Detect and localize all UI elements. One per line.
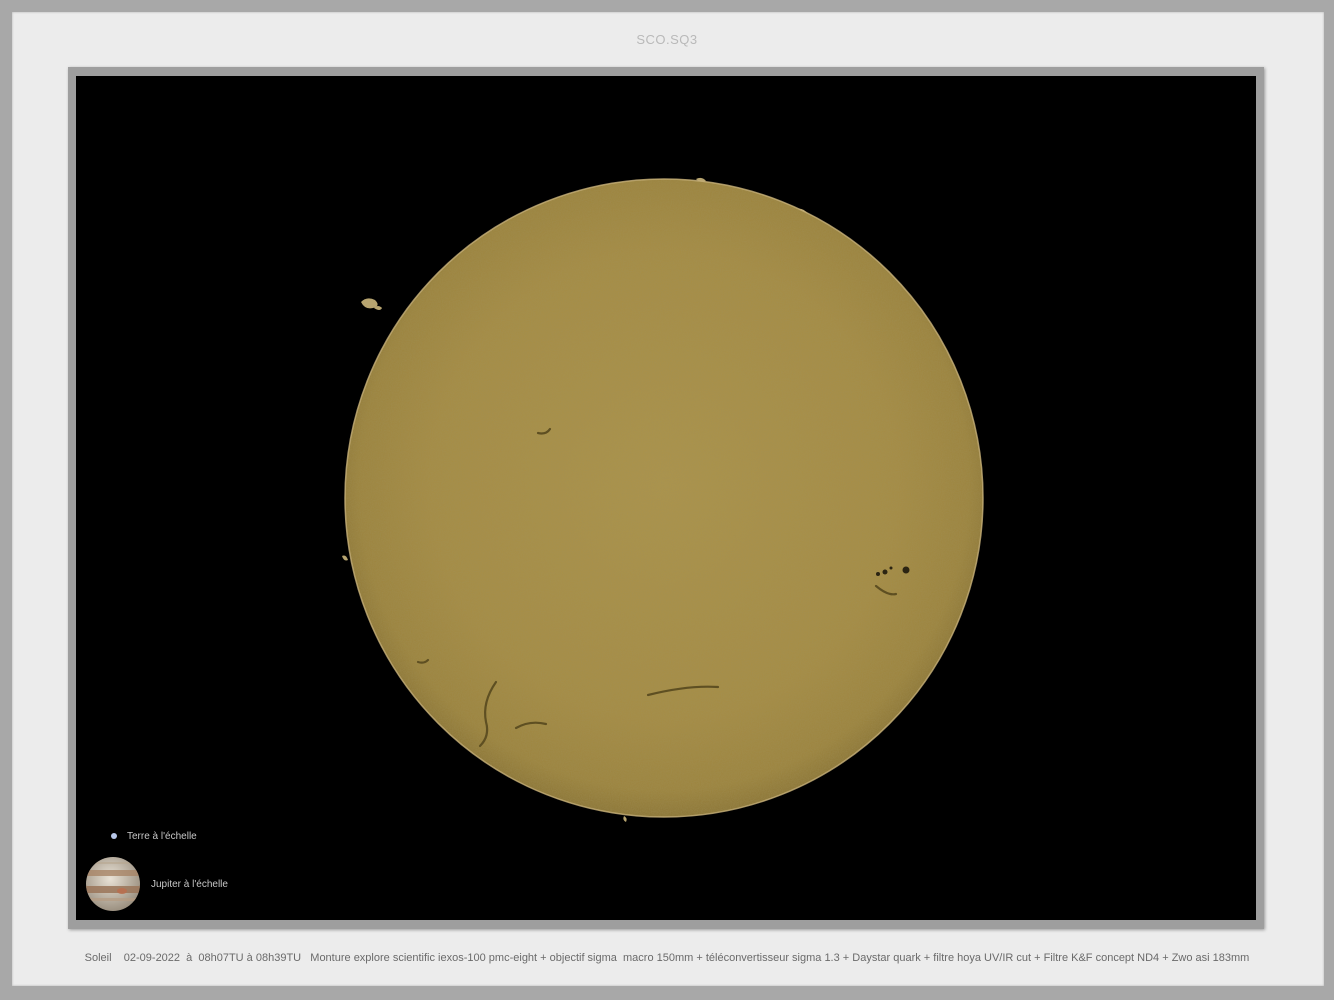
photo-caption: Soleil 02-09-2022 à 08h07TU à 08h39TU Mo…: [84, 952, 1250, 964]
jupiter-scale-label: Jupiter à l'échelle: [151, 879, 228, 890]
photo-title: SCO.SQ3: [636, 32, 698, 47]
earth-scale-label: Terre à l'échelle: [127, 831, 197, 842]
jupiter-scale-image: [86, 857, 140, 911]
sun-image: [86, 177, 984, 911]
earth-scale-marker: [111, 833, 117, 839]
solar-photograph: Terre à l'échelle Jupiter à l'échelle: [76, 76, 1256, 920]
